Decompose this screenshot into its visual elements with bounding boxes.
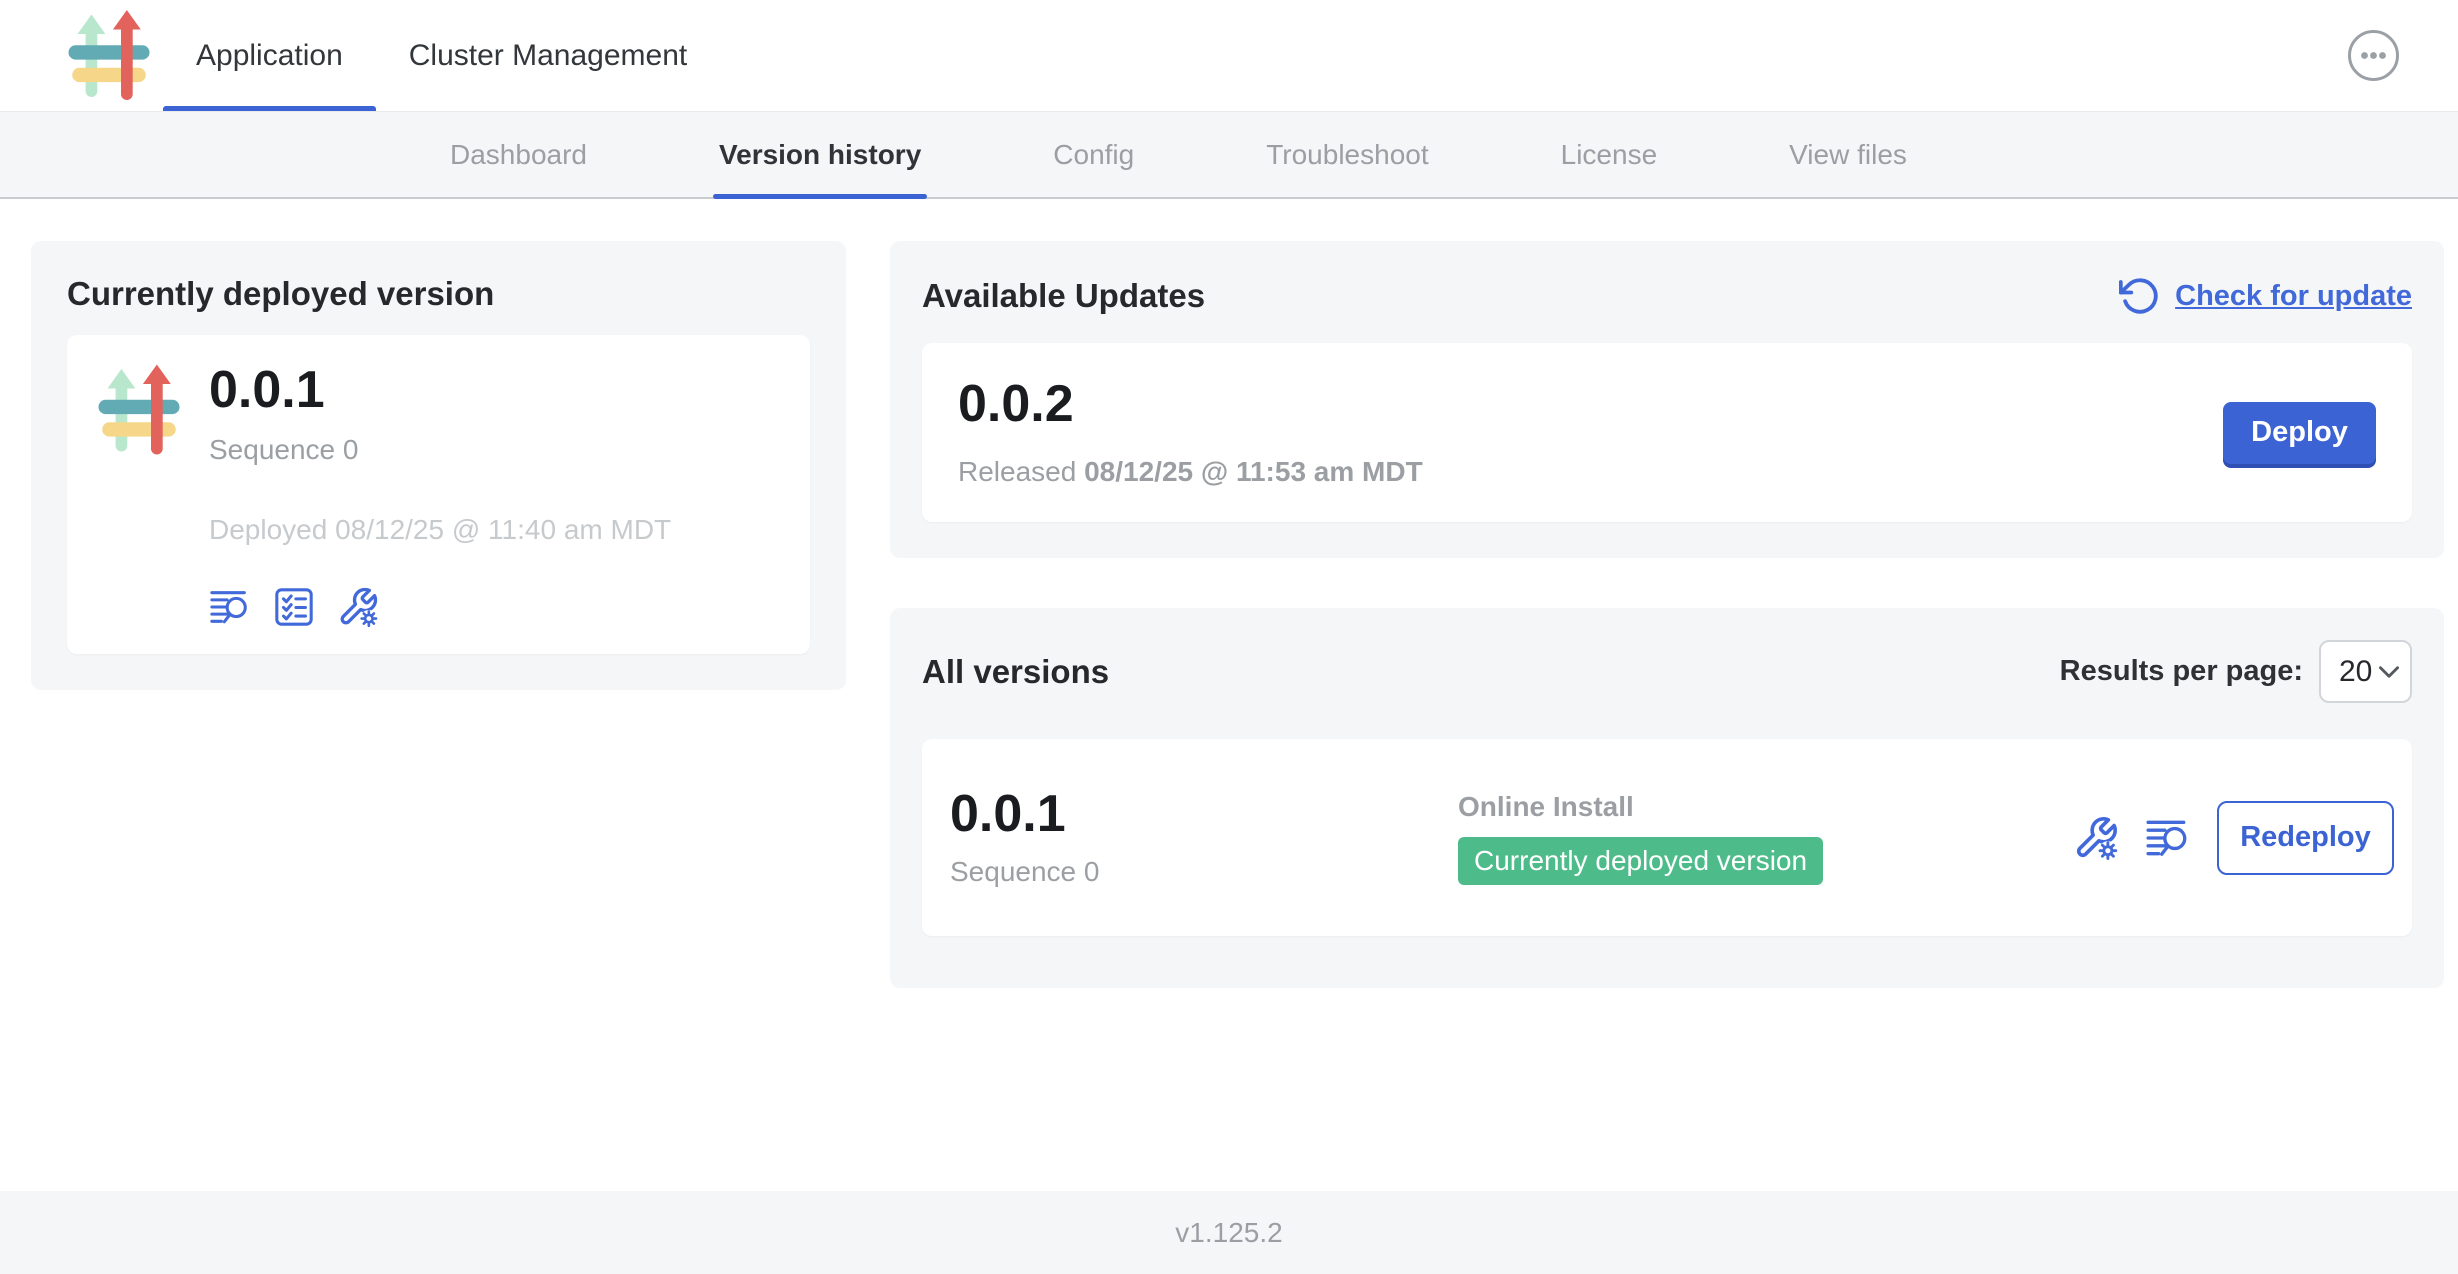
deployed-timestamp: Deployed 08/12/25 @ 11:40 am MDT xyxy=(209,514,671,546)
tab-cluster-management[interactable]: Cluster Management xyxy=(376,0,720,111)
tab-license[interactable]: License xyxy=(1555,112,1664,197)
config-icon[interactable] xyxy=(2073,815,2119,861)
released-timestamp: 08/12/25 @ 11:53 am MDT xyxy=(1084,456,1423,487)
tab-version-history-label: Version history xyxy=(719,139,921,171)
row-sequence: Sequence 0 xyxy=(950,856,1458,888)
check-for-update-label: Check for update xyxy=(2175,280,2412,313)
tab-application[interactable]: Application xyxy=(163,0,376,111)
refresh-icon xyxy=(2119,275,2161,317)
results-per-page: Results per page: 20 xyxy=(2060,640,2412,703)
app-logo-arrows-icon xyxy=(97,363,181,628)
tab-config[interactable]: Config xyxy=(1047,112,1140,197)
available-updates-card: Available Updates Check for update 0.0.2 xyxy=(890,241,2444,558)
tab-view-files-label: View files xyxy=(1789,139,1907,171)
update-version-number: 0.0.2 xyxy=(958,377,1423,432)
update-released-line: Released 08/12/25 @ 11:53 am MDT xyxy=(958,456,1423,488)
config-icon[interactable] xyxy=(337,586,379,628)
footer: v1.125.2 xyxy=(0,1191,2458,1274)
all-versions-title: All versions xyxy=(922,653,1109,691)
row-actions: Redeploy xyxy=(2073,801,2394,875)
currently-deployed-card: Currently deployed version 0.0 xyxy=(31,241,846,690)
deployed-card-title: Currently deployed version xyxy=(67,275,810,313)
row-version-number: 0.0.1 xyxy=(950,787,1458,842)
deploy-button[interactable]: Deploy xyxy=(2223,402,2376,464)
top-nav: Application Cluster Management xyxy=(0,0,2458,112)
tab-dashboard-label: Dashboard xyxy=(450,139,587,171)
status-badge: Currently deployed version xyxy=(1458,837,1823,885)
deploy-logs-icon[interactable] xyxy=(2145,815,2191,861)
redeploy-button[interactable]: Redeploy xyxy=(2217,801,2394,875)
available-update-row: 0.0.2 Released 08/12/25 @ 11:53 am MDT D… xyxy=(922,343,2412,522)
all-versions-card: All versions Results per page: 20 xyxy=(890,608,2444,988)
ellipsis-circle-icon xyxy=(2347,29,2400,82)
main-content: Currently deployed version 0.0 xyxy=(0,199,2458,1191)
available-updates-title: Available Updates xyxy=(922,277,1205,315)
tab-view-files[interactable]: View files xyxy=(1783,112,1913,197)
results-per-page-select[interactable]: 20 xyxy=(2319,640,2412,703)
deploy-logs-icon[interactable] xyxy=(209,586,251,628)
deployed-version-actions xyxy=(209,586,671,628)
overflow-menu-button[interactable] xyxy=(2347,29,2400,82)
version-row: 0.0.1 Sequence 0 Online Install Currentl… xyxy=(922,739,2412,936)
install-type-label: Online Install xyxy=(1458,791,1823,823)
tab-version-history[interactable]: Version history xyxy=(713,112,927,197)
tab-troubleshoot[interactable]: Troubleshoot xyxy=(1260,112,1434,197)
deployed-version-panel: 0.0.1 Sequence 0 Deployed 08/12/25 @ 11:… xyxy=(67,335,810,654)
deployed-sequence: Sequence 0 xyxy=(209,434,671,466)
released-prefix: Released xyxy=(958,456,1076,487)
console-version: v1.125.2 xyxy=(1175,1217,1282,1249)
tab-troubleshoot-label: Troubleshoot xyxy=(1266,139,1428,171)
tab-dashboard[interactable]: Dashboard xyxy=(444,112,593,197)
check-for-update-link[interactable]: Check for update xyxy=(2119,275,2412,317)
preflight-checks-icon[interactable] xyxy=(273,586,315,628)
app-logo-arrows-icon xyxy=(67,8,151,105)
tab-cluster-management-label: Cluster Management xyxy=(409,39,687,73)
top-nav-tabs: Application Cluster Management xyxy=(163,0,720,111)
tab-config-label: Config xyxy=(1053,139,1134,171)
tab-license-label: License xyxy=(1561,139,1658,171)
right-column: Available Updates Check for update 0.0.2 xyxy=(890,241,2444,988)
tab-application-label: Application xyxy=(196,39,343,73)
deployed-version-number: 0.0.1 xyxy=(209,363,671,418)
app-sub-nav: Dashboard Version history Config Trouble… xyxy=(0,112,2458,199)
results-per-page-label: Results per page: xyxy=(2060,655,2303,688)
